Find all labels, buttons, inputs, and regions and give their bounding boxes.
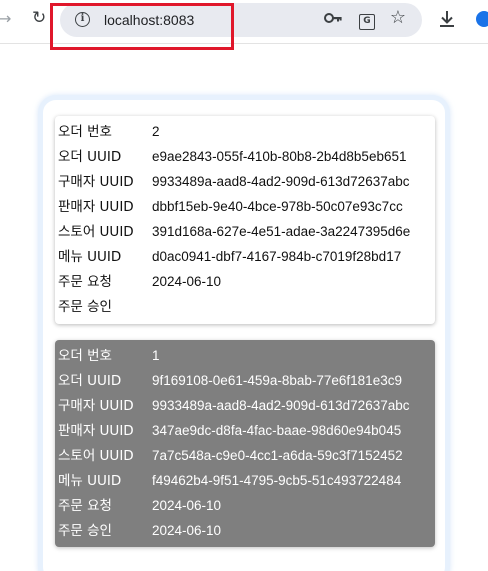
order-requested-value: 2024-06-10	[152, 498, 222, 513]
order-no-label: 오더 번호	[58, 348, 112, 364]
order-requested-value: 2024-06-10	[152, 274, 222, 289]
buyer-uuid-value: 9933489a-aad8-4ad2-909d-613d72637abc	[152, 174, 410, 189]
download-icon[interactable]	[436, 8, 458, 30]
buyer-uuid-value: 9933489a-aad8-4ad2-909d-613d72637abc	[152, 398, 410, 413]
store-uuid-label: 스토어 UUID	[58, 224, 134, 240]
menu-uuid-label: 메뉴 UUID	[58, 249, 122, 265]
order-card[interactable]: 오더 번호 2 오더 UUID e9ae2843-055f-410b-80b8-…	[55, 116, 435, 324]
order-approved-label: 주문 승인	[58, 523, 112, 539]
forward-arrow-icon[interactable]: →	[0, 9, 12, 29]
store-uuid-value: 391d168a-627e-4e51-adae-3a2247395d6e	[152, 224, 411, 239]
menu-uuid-label: 메뉴 UUID	[58, 473, 122, 489]
translate-icon[interactable]: G	[357, 8, 377, 30]
order-no-value: 1	[152, 348, 160, 363]
seller-uuid-value: 347ae9dc-d8fa-4fac-baae-98d60e94b045	[152, 423, 402, 438]
star-icon[interactable]: ☆	[388, 8, 408, 28]
buyer-uuid-label: 구매자 UUID	[58, 398, 134, 414]
menu-uuid-value: f49462b4-9f51-4795-9cb5-51c493722484	[152, 473, 402, 488]
order-requested-label: 주문 요청	[58, 498, 112, 514]
order-no-value: 2	[152, 124, 160, 139]
store-uuid-value: 7a7c548a-c9e0-4cc1-a6da-59c3f7152452	[152, 448, 403, 463]
order-approved-label: 주문 승인	[58, 299, 112, 315]
order-uuid-value: 9f169108-0e61-459a-8bab-77e6f181e3c9	[152, 373, 402, 388]
order-uuid-label: 오더 UUID	[58, 149, 122, 165]
order-no-label: 오더 번호	[58, 124, 112, 140]
buyer-uuid-label: 구매자 UUID	[58, 174, 134, 190]
seller-uuid-value: dbbf15eb-9e40-4bce-978b-50c07e93c7cc	[152, 199, 403, 214]
reload-icon[interactable]: ↻	[32, 8, 50, 28]
key-icon[interactable]	[322, 8, 344, 28]
order-card-approved[interactable]: 오더 번호 1 오더 UUID 9f169108-0e61-459a-8bab-…	[55, 340, 435, 547]
order-requested-label: 주문 요청	[58, 274, 112, 290]
seller-uuid-label: 판매자 UUID	[58, 199, 134, 215]
url-highlight-annotation	[50, 3, 234, 50]
avatar[interactable]	[476, 11, 488, 27]
seller-uuid-label: 판매자 UUID	[58, 423, 134, 439]
order-uuid-value: e9ae2843-055f-410b-80b8-2b4d8b5eb651	[152, 149, 407, 164]
menu-uuid-value: d0ac0941-dbf7-4167-984b-c7019f28bd17	[152, 249, 402, 264]
store-uuid-label: 스토어 UUID	[58, 448, 134, 464]
order-uuid-label: 오더 UUID	[58, 373, 122, 389]
download-icon-graphic	[440, 11, 454, 27]
key-icon-graphic	[324, 13, 342, 23]
order-approved-value: 2024-06-10	[152, 523, 222, 538]
